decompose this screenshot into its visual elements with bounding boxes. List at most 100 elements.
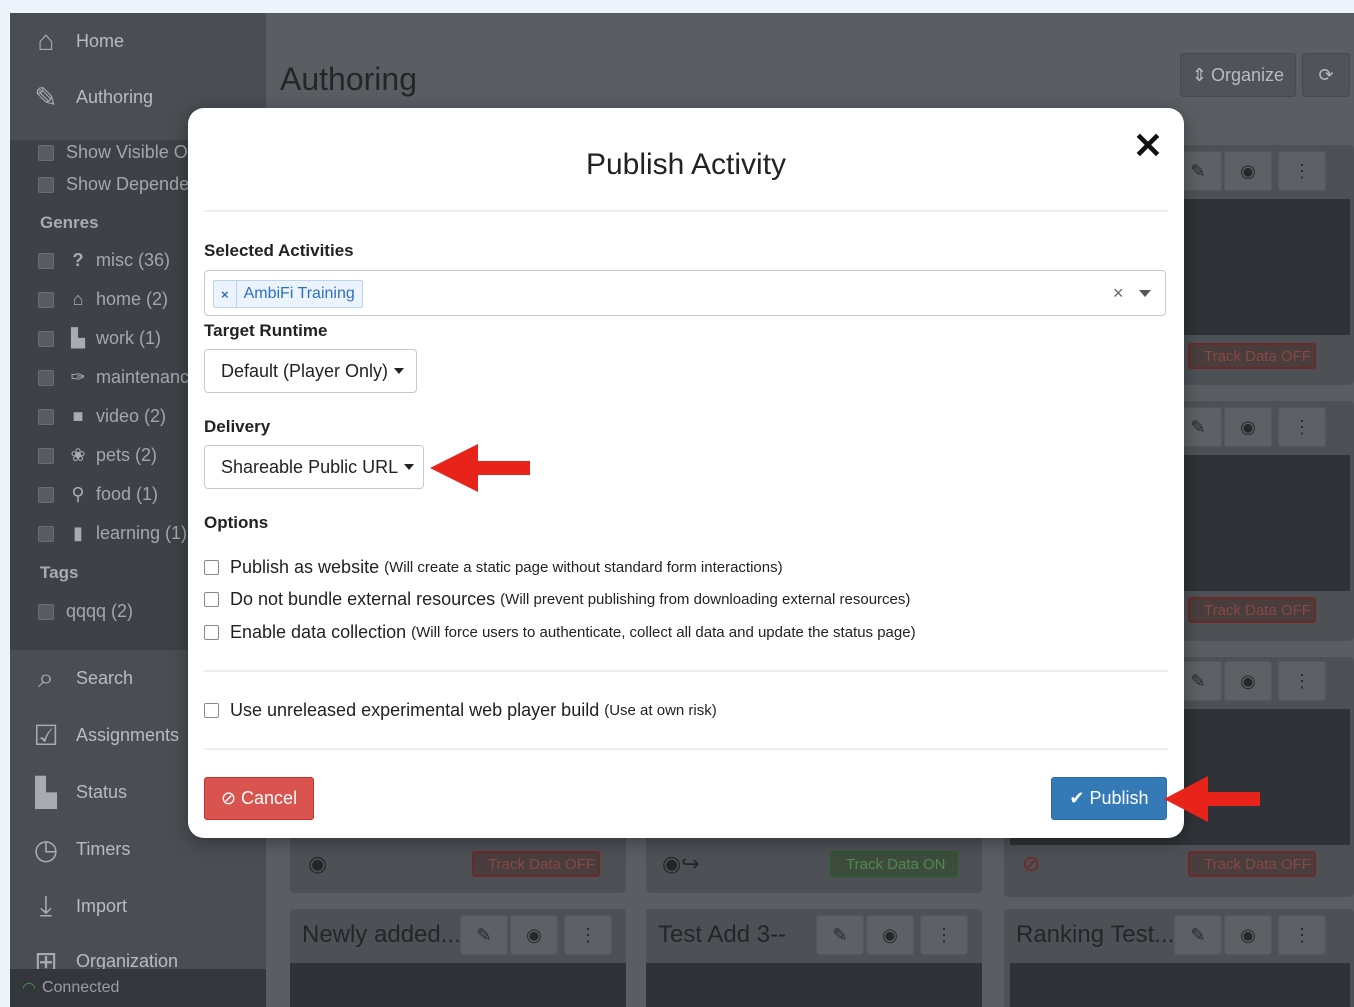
checkbox[interactable] <box>38 525 54 542</box>
sidebar-item-status[interactable]: ▙ Status <box>28 776 127 808</box>
publish-button[interactable]: ✔ Publish <box>1051 777 1167 820</box>
checkbox[interactable] <box>204 703 219 718</box>
filter-label: Show Visible O <box>66 142 188 162</box>
options-label: Options <box>204 513 269 532</box>
sidebar-item-timers[interactable]: ◷ Timers <box>28 833 131 865</box>
preview-button[interactable]: ◉ <box>866 915 914 955</box>
tag-label: qqqq (2) <box>66 601 134 621</box>
eye-share-icon: ◉↪ <box>662 851 700 876</box>
option-experimental-build[interactable]: Use unreleased experimental web player b… <box>204 700 717 721</box>
organize-button[interactable]: ⇕ Organize <box>1180 53 1296 97</box>
more-options-button[interactable]: ⋮ <box>1278 151 1326 191</box>
selected-activities-select[interactable]: × AmbiFi Training × <box>204 270 1166 316</box>
cancel-button[interactable]: ⊘ Cancel <box>204 777 314 820</box>
preview-button[interactable]: ◉ <box>1224 915 1272 955</box>
genre-item-work[interactable]: ▙ work (1) <box>38 328 161 349</box>
filter-show-dependencies[interactable]: Show Depende <box>38 174 189 195</box>
preview-button[interactable]: ◉ <box>1224 151 1272 191</box>
checkbox[interactable] <box>38 447 54 464</box>
track-data-label: Track Data ON <box>846 855 946 873</box>
genre-item-food[interactable]: ⚲ food (1) <box>38 484 158 505</box>
more-options-button[interactable]: ⋮ <box>1278 661 1326 701</box>
more-options-button[interactable]: ⋮ <box>564 915 612 955</box>
card-title: Ranking Test... <box>1016 921 1175 948</box>
preview-button[interactable]: ◉ <box>1224 407 1272 447</box>
track-data-toggle[interactable]: Track Data OFF <box>472 851 600 877</box>
sidebar-item-assignments[interactable]: ☑ Assignments <box>28 719 179 751</box>
track-data-toggle[interactable]: Track Data OFF <box>1188 597 1316 623</box>
genre-item-maintenance[interactable]: ✑ maintenanc <box>38 367 189 388</box>
track-data-label: Track Data OFF <box>1204 347 1311 365</box>
kebab-icon: ⋮ <box>579 924 597 945</box>
checkbox[interactable] <box>38 291 54 308</box>
genres-heading: Genres <box>40 213 99 232</box>
sidebar-item-import[interactable]: ⤓ Import <box>28 890 127 922</box>
option-do-not-bundle[interactable]: Do not bundle external resources (Will p… <box>204 589 910 610</box>
genre-item-pets[interactable]: ❀ pets (2) <box>38 445 157 466</box>
eye-icon: ◉ <box>1240 670 1256 691</box>
check-icon: ✔ <box>1069 788 1085 808</box>
sidebar-item-search[interactable]: ⌕ Search <box>28 662 133 694</box>
checkbox[interactable] <box>38 603 54 620</box>
wrench-icon: ✑ <box>70 367 86 387</box>
close-button[interactable]: ✕ <box>1132 126 1164 166</box>
chevron-down-icon[interactable] <box>1139 290 1151 297</box>
tag-item-qqqq[interactable]: qqqq (2) <box>38 601 133 622</box>
checkbox[interactable] <box>38 330 54 347</box>
clear-selection-icon[interactable]: × <box>1113 283 1124 304</box>
divider <box>204 670 1168 672</box>
pencil-icon: ✎ <box>476 924 492 945</box>
genre-item-learning[interactable]: ▮ learning (1) <box>38 523 187 544</box>
genre-label: learning (1) <box>96 523 188 543</box>
target-runtime-dropdown[interactable]: Default (Player Only) <box>204 349 417 393</box>
checkbox[interactable] <box>204 625 219 640</box>
preview-button[interactable]: ◉ <box>510 915 558 955</box>
track-data-label: Track Data OFF <box>488 855 595 873</box>
eye-slash-icon: ⊘ <box>1022 851 1041 876</box>
checkbox[interactable] <box>204 560 219 575</box>
checkbox[interactable] <box>204 592 219 607</box>
checkbox[interactable] <box>38 144 54 161</box>
checkbox[interactable] <box>38 176 54 193</box>
filter-show-visible[interactable]: Show Visible O <box>38 142 188 163</box>
genre-item-home[interactable]: ⌂ home (2) <box>38 289 168 310</box>
checkbox[interactable] <box>38 408 54 425</box>
genre-item-video[interactable]: ■ video (2) <box>38 406 166 427</box>
delivery-dropdown[interactable]: Shareable Public URL <box>204 445 424 489</box>
track-data-toggle[interactable]: Track Data ON <box>830 851 958 877</box>
publish-activity-dialog: Publish Activity ✕ Selected Activities ×… <box>188 108 1184 838</box>
download-icon: ⤓ <box>39 889 53 921</box>
sidebar-item-label: Timers <box>76 838 131 859</box>
checkbox[interactable] <box>38 486 54 503</box>
track-data-toggle[interactable]: Track Data OFF <box>1188 851 1316 877</box>
selected-activities-label: Selected Activities <box>204 241 354 260</box>
sidebar-item-home[interactable]: ⌂ Home <box>28 25 124 57</box>
edit-button[interactable]: ✎ <box>460 915 508 955</box>
option-enable-data-collection[interactable]: Enable data collection (Will force users… <box>204 622 916 643</box>
more-options-button[interactable]: ⋮ <box>1278 915 1326 955</box>
remove-tag-button[interactable]: × <box>214 281 237 307</box>
kebab-icon: ⋮ <box>1293 670 1311 691</box>
checkbox[interactable] <box>38 252 54 269</box>
option-note: (Will force users to authenticate, colle… <box>411 624 916 641</box>
card-thumbnail <box>646 963 982 1007</box>
more-options-button[interactable]: ⋮ <box>920 915 968 955</box>
book-icon: ▮ <box>73 523 83 543</box>
option-publish-as-website[interactable]: Publish as website (Will create a static… <box>204 557 783 578</box>
checkbox[interactable] <box>38 369 54 386</box>
track-data-toggle[interactable]: Track Data OFF <box>1188 343 1316 369</box>
edit-button[interactable]: ✎ <box>1174 915 1222 955</box>
edit-button[interactable]: ✎ <box>816 915 864 955</box>
option-label: Enable data collection <box>230 622 407 642</box>
genre-item-misc[interactable]: ? misc (36) <box>38 250 170 271</box>
sort-icon: ⇕ <box>1191 64 1208 85</box>
refresh-button[interactable]: ⟳ <box>1302 53 1350 97</box>
preview-button[interactable]: ◉ <box>1224 661 1272 701</box>
pencil-icon: ✎ <box>832 924 848 945</box>
caret-down-icon <box>404 464 415 470</box>
genre-label: video (2) <box>96 406 167 426</box>
sidebar-item-authoring[interactable]: ✎ Authoring <box>28 81 153 113</box>
more-options-button[interactable]: ⋮ <box>1278 407 1326 447</box>
card-title: Newly added... <box>302 921 461 948</box>
genre-label: food (1) <box>96 484 159 504</box>
